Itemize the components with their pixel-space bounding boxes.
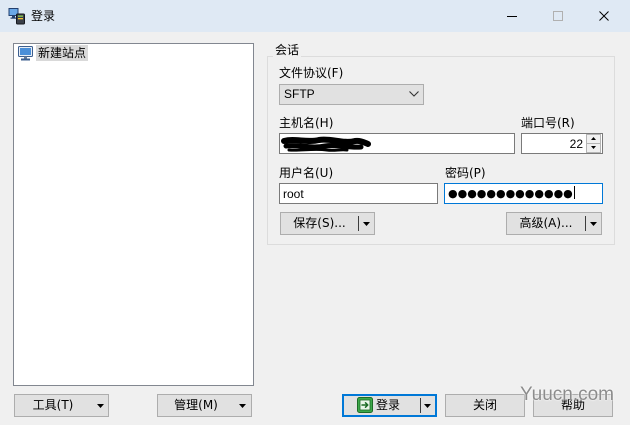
close-button[interactable]: 关闭 <box>445 394 525 417</box>
site-tree[interactable]: 新建站点 <box>13 43 254 386</box>
username-input[interactable] <box>280 184 437 203</box>
split-separator <box>585 216 586 231</box>
spin-up-icon <box>591 137 596 140</box>
session-group: 会话 文件协议(F) SFTP 主机名(H) 端口号(R) 22 用户名(U) … <box>267 43 615 245</box>
port-label: 端口号(R) <box>521 116 575 130</box>
tree-item-label: 新建站点 <box>36 45 89 61</box>
protocol-select[interactable]: SFTP <box>279 84 424 105</box>
dropdown-arrow-icon[interactable] <box>424 404 431 408</box>
save-split-button[interactable]: 保存(S)... <box>280 212 375 235</box>
login-icon <box>357 397 373 413</box>
split-separator <box>358 216 359 231</box>
spin-down-icon <box>591 146 596 149</box>
window-title: 登录 <box>31 9 56 23</box>
port-decrement-button[interactable] <box>586 143 601 153</box>
tools-menu-button[interactable]: 工具(T) <box>14 394 109 417</box>
maximize-button <box>535 0 581 32</box>
dropdown-arrow-icon[interactable] <box>363 222 370 226</box>
manage-menu-button[interactable]: 管理(M) <box>157 394 252 417</box>
minimize-icon <box>507 16 517 17</box>
password-text: ●●●●●●●●●●●●● <box>448 184 575 203</box>
login-split-button[interactable]: 登录 <box>342 394 437 417</box>
winscp-app-icon <box>8 8 25 25</box>
dropdown-arrow-icon[interactable] <box>590 222 597 226</box>
login-label: 登录 <box>376 398 401 412</box>
maximize-icon <box>553 11 563 21</box>
username-label: 用户名(U) <box>279 166 334 180</box>
close-icon <box>599 11 609 21</box>
manage-label: 管理(M) <box>174 398 218 412</box>
text-caret <box>573 186 575 199</box>
tools-label: 工具(T) <box>32 398 74 412</box>
password-label: 密码(P) <box>445 166 486 180</box>
watermark-text: Yuucn.com <box>520 384 614 405</box>
close-label: 关闭 <box>472 398 497 412</box>
dropdown-arrow-icon <box>97 404 104 408</box>
login-dialog: 登录 新建站点 工具(T) 管理(M) 会话 文件协议(F) SFTP 主机名(… <box>0 0 630 425</box>
redaction-scribble <box>281 136 371 152</box>
split-separator <box>420 398 421 413</box>
session-group-title: 会话 <box>273 43 302 57</box>
minimize-button[interactable] <box>489 0 535 32</box>
username-field[interactable] <box>279 183 438 204</box>
chevron-down-icon <box>409 91 419 97</box>
protocol-label: 文件协议(F) <box>279 66 344 80</box>
advanced-split-button[interactable]: 高级(A)... <box>506 212 602 235</box>
dropdown-arrow-icon <box>239 404 246 408</box>
save-label: 保存(S)... <box>293 216 346 230</box>
password-field[interactable]: ●●●●●●●●●●●●● <box>444 183 603 204</box>
host-field[interactable] <box>279 133 515 154</box>
password-masked-value: ●●●●●●●●●●●●● <box>448 187 573 200</box>
new-site-computer-icon <box>18 46 33 61</box>
protocol-selected-value: SFTP <box>284 87 315 101</box>
port-stepper[interactable] <box>521 133 603 154</box>
port-input[interactable] <box>522 134 586 153</box>
close-window-button[interactable] <box>581 0 627 32</box>
host-label: 主机名(H) <box>279 116 334 130</box>
title-bar: 登录 <box>0 0 630 32</box>
advanced-label: 高级(A)... <box>519 216 573 230</box>
tree-item-new-site[interactable]: 新建站点 <box>14 44 134 62</box>
